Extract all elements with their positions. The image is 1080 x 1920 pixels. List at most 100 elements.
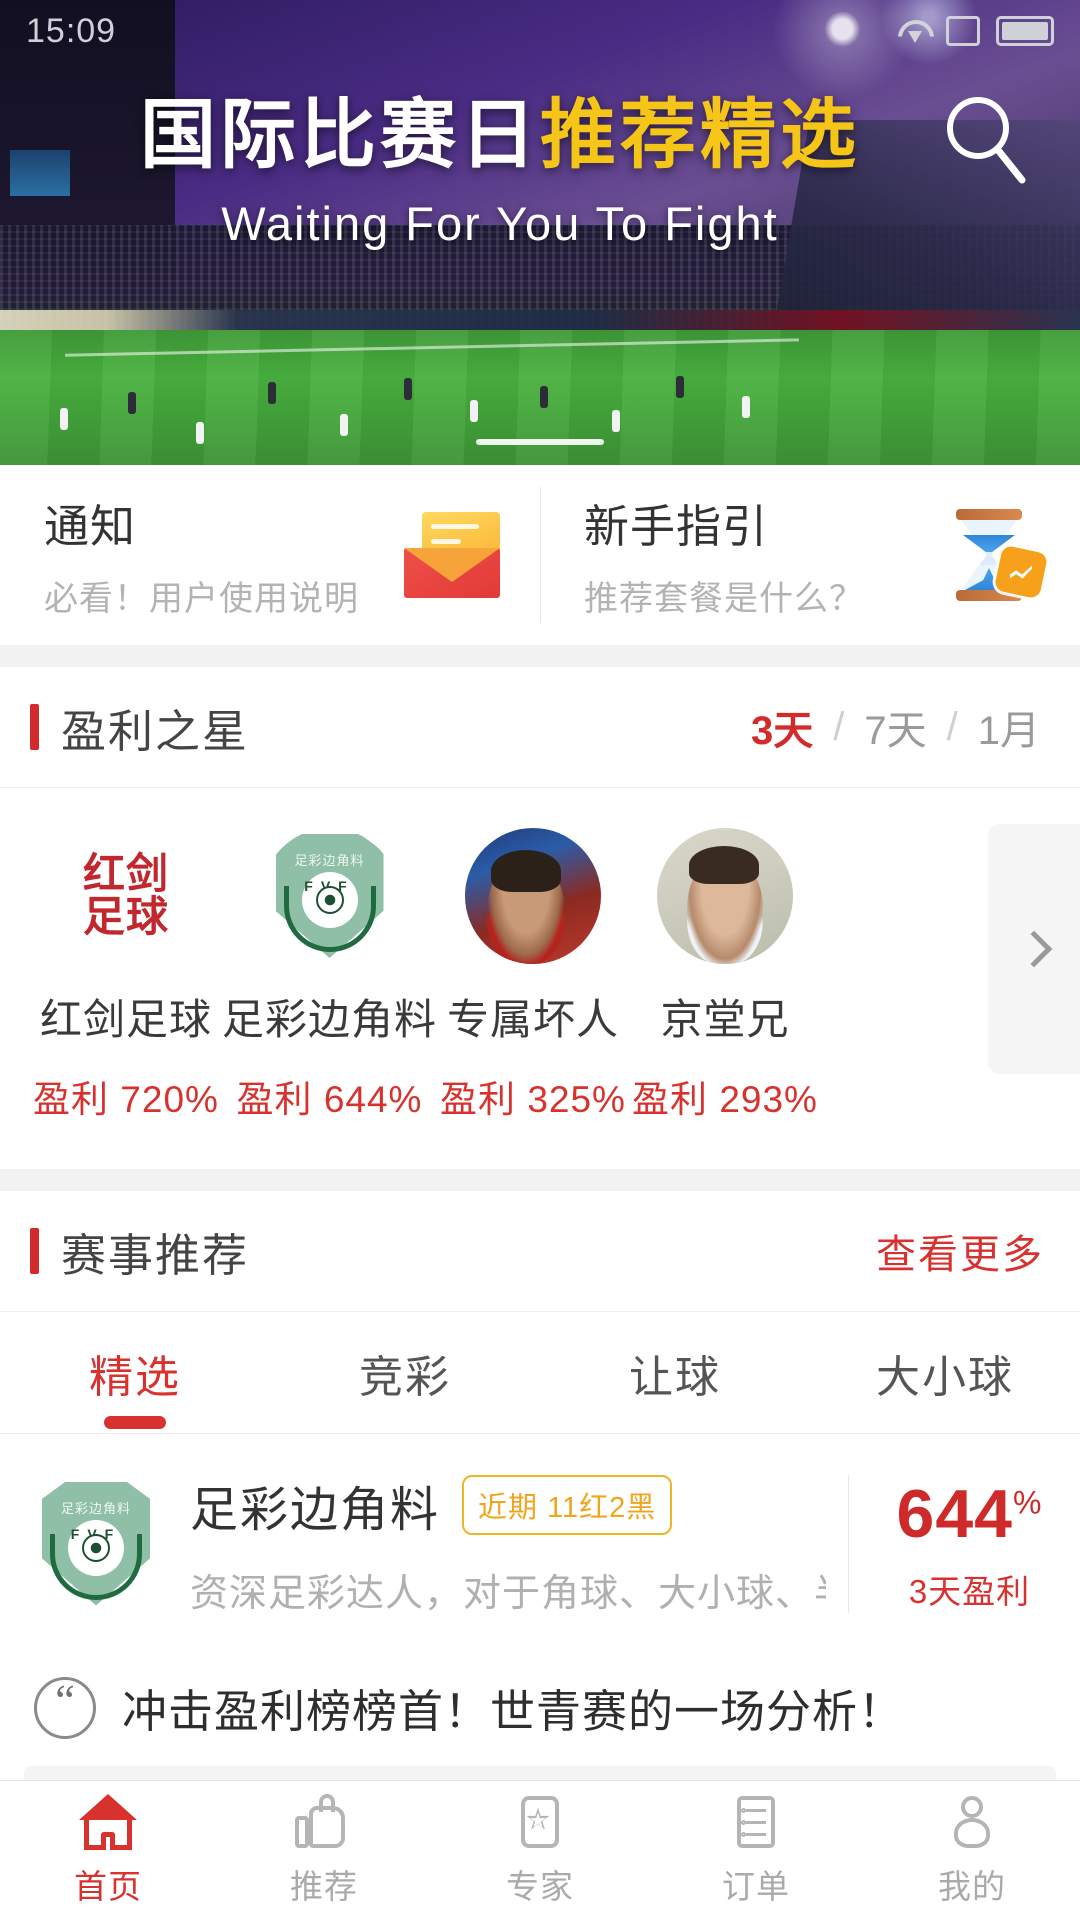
range-tab-3d[interactable]: 3天 [747,698,817,756]
quick-card-guide-subtitle: 推荐套餐是什么？ [584,571,864,620]
bottom-navigation: 首页 推荐 专家 订单 我的 [0,1780,1080,1920]
quick-cards-row: 通知 必看！用户使用说明 新手指引 推荐套餐是什么？ [0,465,1080,645]
star-profit: 盈利 293% [632,1069,818,1123]
star-name: 京堂兄 [661,986,790,1047]
post-title-row[interactable]: “ 冲击盈利榜榜首！世青赛的一场分析！ [0,1649,1080,1750]
section-gap-2 [0,1169,1080,1191]
star-card-icon [511,1794,569,1850]
app-screen: 15:09 国际比赛日推荐精选 Waiting For You To Fight [0,0,1080,1920]
quick-card-notice-title: 通知 [44,490,359,555]
star-item[interactable]: 京堂兄 盈利 293% [629,828,821,1123]
expert-profit-value-wrap: 644% [859,1475,1080,1553]
quote-icon: “ [34,1677,96,1739]
expert-info: 足彩边角料 近期 11红2黑 资深足彩达人，对于角球、大小球、半.. [168,1470,848,1617]
profit-star-range-tabs: 3天 / 7天 / 1月 [747,698,1044,756]
banner-players [0,352,1080,462]
avatar [465,828,601,964]
title-accent-bar [30,704,39,750]
profit-star-title-group: 盈利之星 [30,695,249,760]
nav-item-mine[interactable]: 我的 [864,1781,1080,1920]
quick-card-notice-text: 通知 必看！用户使用说明 [44,490,359,620]
chevron-right-icon [1016,931,1053,968]
expert-name: 足彩边角料 [190,1470,440,1540]
view-more-link[interactable]: 查看更多 [876,1222,1044,1280]
star-item[interactable]: 专属坏人 盈利 325% [437,828,629,1123]
green-shield-logo-icon: 足彩边角料 FVF [28,1476,164,1612]
status-icons [896,16,1054,46]
banner-text-block: 国际比赛日推荐精选 Waiting For You To Fight [0,96,1080,251]
avatar: 足彩边角料 FVF [262,828,398,964]
profit-star-carousel: 红剑 足球 红剑足球 盈利 720% 足彩边角料 FVF [0,787,1080,1169]
section-gap-1 [0,645,1080,667]
status-bar: 15:09 [0,0,1080,62]
range-tab-1m[interactable]: 1月 [974,698,1044,756]
post-title: 冲击盈利榜榜首！世青赛的一场分析！ [122,1675,904,1740]
range-sep-1: / [817,705,860,750]
expert-profit-unit: % [1013,1484,1042,1520]
search-icon[interactable] [940,92,1032,190]
shield-caption: 足彩边角料 [262,850,398,869]
battery-icon [996,16,1054,46]
nav-label-orders: 订单 [722,1860,790,1908]
profit-star-section: 盈利之星 3天 / 7天 / 1月 红剑 足球 红剑足球 盈利 7 [0,667,1080,1169]
star-profit: 盈利 720% [33,1069,219,1123]
nav-item-expert[interactable]: 专家 [432,1781,648,1920]
expert-profit-value: 644 [897,1476,1013,1552]
expert-logo: 足彩边角料 FVF [28,1476,168,1612]
user-icon [943,1794,1001,1850]
avatar-text-line1: 红剑 [83,853,169,896]
profit-star-title: 盈利之星 [61,695,249,760]
list-icon [727,1794,785,1850]
profit-star-header: 盈利之星 3天 / 7天 / 1月 [0,667,1080,787]
star-name: 专属坏人 [447,986,619,1047]
banner-page-indicator[interactable] [476,439,604,445]
match-recommend-header: 赛事推荐 查看更多 [0,1191,1080,1311]
green-shield-logo-icon: 足彩边角料 FVF [262,828,398,964]
banner-subtitle: Waiting For You To Fight [0,196,1000,251]
nav-item-orders[interactable]: 订单 [648,1781,864,1920]
expert-description: 资深足彩达人，对于角球、大小球、半.. [190,1562,826,1617]
banner-title-yellow: 推荐精选 [540,93,860,178]
star-item[interactable]: 足彩边角料 FVF 足彩边角料 盈利 644% [222,828,437,1123]
nav-item-home[interactable]: 首页 [0,1781,216,1920]
star-name: 足彩边角料 [222,986,437,1047]
tab-jingcai[interactable]: 竞彩 [270,1341,540,1405]
expert-card[interactable]: 足彩边角料 FVF 足彩边角料 近期 11红2黑 资深足彩达人，对于角球、大小球… [0,1433,1080,1649]
tab-featured[interactable]: 精选 [0,1341,270,1405]
tab-overunder[interactable]: 大小球 [810,1341,1080,1405]
sim-icon [946,16,980,46]
quick-card-guide-text: 新手指引 推荐套餐是什么？ [584,490,864,620]
quick-card-notice-subtitle: 必看！用户使用说明 [44,571,359,620]
range-tab-7d[interactable]: 7天 [860,698,930,756]
star-name: 红剑足球 [40,986,212,1047]
status-time: 15:09 [26,12,116,51]
home-icon [79,1794,137,1850]
avatar [657,828,793,964]
nav-item-recommend[interactable]: 推荐 [216,1781,432,1920]
tab-handicap[interactable]: 让球 [540,1341,810,1405]
banner-title: 国际比赛日推荐精选 [0,96,1000,176]
range-sep-2: / [931,705,974,750]
quick-card-notice[interactable]: 通知 必看！用户使用说明 [0,465,540,645]
carousel-next-button[interactable] [988,824,1080,1074]
nav-label-expert: 专家 [506,1860,574,1908]
status-badge: 近期 11红2黑 [462,1475,672,1535]
match-recommend-section: 赛事推荐 查看更多 精选 竞彩 让球 大小球 足彩边角料 FVF [0,1191,1080,1836]
match-recommend-title-group: 赛事推荐 [30,1219,249,1284]
quick-card-guide-title: 新手指引 [584,490,864,555]
hero-banner[interactable]: 15:09 国际比赛日推荐精选 Waiting For You To Fight [0,0,1080,465]
match-filter-tabs: 精选 竞彩 让球 大小球 [0,1311,1080,1433]
star-item[interactable]: 红剑 足球 红剑足球 盈利 720% [30,828,222,1123]
quick-card-guide[interactable]: 新手指引 推荐套餐是什么？ [540,465,1080,645]
avatar: 红剑 足球 [58,828,194,964]
expert-name-row: 足彩边角料 近期 11红2黑 [190,1470,826,1540]
star-profit: 盈利 325% [440,1069,626,1123]
nav-label-home: 首页 [74,1860,142,1908]
expert-profit-stat: 644% 3天盈利 [848,1475,1080,1613]
title-accent-bar [30,1228,39,1274]
envelope-icon [400,512,500,598]
nav-label-mine: 我的 [938,1860,1006,1908]
avatar-text-line2: 足球 [83,896,169,939]
thumbs-up-icon [295,1794,353,1850]
shield-caption: 足彩边角料 [28,1498,164,1517]
